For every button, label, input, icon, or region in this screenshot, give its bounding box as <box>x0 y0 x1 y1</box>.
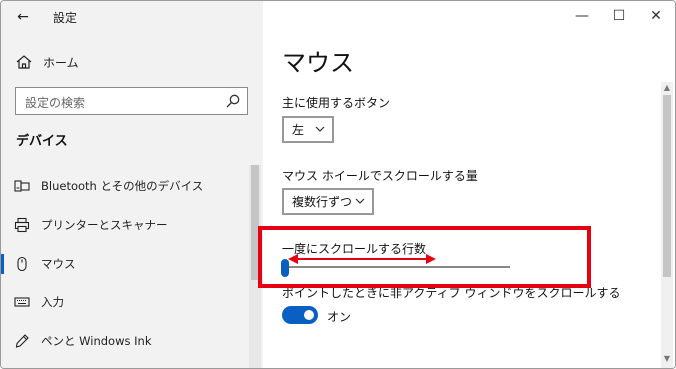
sidebar-item-pen[interactable]: ペンと Windows Ink <box>1 323 248 359</box>
mouse-icon <box>17 256 27 272</box>
minimize-button[interactable]: — <box>569 5 595 27</box>
chevron-down-icon <box>355 198 365 204</box>
sidebar-item-printers[interactable]: プリンターとスキャナー <box>1 207 248 243</box>
primary-button-label: 主に使用するボタン <box>282 96 391 110</box>
content-scrollbar-thumb[interactable] <box>663 95 671 277</box>
wheel-scroll-value: 複数行ずつ <box>292 195 353 209</box>
sidebar-item-typing[interactable]: 入力 <box>1 284 248 320</box>
app-title: 設定 <box>53 11 78 25</box>
sidebar-item-bluetooth[interactable]: Bluetooth とその他のデバイス <box>1 168 248 204</box>
content-scrollbar[interactable]: ▲ ▼ <box>661 82 673 368</box>
sidebar-item-label: ペンと Windows Ink <box>41 334 152 348</box>
sidebar-item-label: Bluetooth とその他のデバイス <box>41 179 204 193</box>
sidebar-item-label: プリンターとスキャナー <box>41 218 168 232</box>
home-label: ホーム <box>43 55 79 70</box>
primary-button-value: 左 <box>292 123 305 137</box>
chevron-down-icon <box>315 126 325 132</box>
sidebar-item-mouse[interactable]: マウス <box>1 246 248 282</box>
sidebar-item-label: 入力 <box>41 295 64 309</box>
pen-icon <box>15 334 29 348</box>
close-button[interactable]: ✕ <box>643 5 669 27</box>
toggle-knob <box>304 310 314 320</box>
sidebar: ← 設定 ホーム 設定の検索 デバイス Bluetooth とその他のデバイス … <box>1 1 263 368</box>
selected-indicator <box>1 254 4 274</box>
keyboard-icon <box>14 297 30 307</box>
search-box[interactable]: 設定の検索 <box>15 87 248 115</box>
primary-button-select[interactable]: 左 <box>282 116 334 143</box>
section-title: デバイス <box>16 134 68 149</box>
maximize-button[interactable]: ☐ <box>606 5 632 27</box>
settings-window: ← 設定 ホーム 設定の検索 デバイス Bluetooth とその他のデバイス … <box>0 0 676 369</box>
bluetooth-device-icon <box>14 180 30 192</box>
search-input[interactable]: 設定の検索 <box>25 94 85 111</box>
home-icon <box>16 55 32 69</box>
search-icon[interactable] <box>225 93 241 109</box>
back-arrow-icon: ← <box>17 9 29 25</box>
page-title: マウス <box>282 49 354 77</box>
main-content: — ☐ ✕ マウス 主に使用するボタン 左 マウス ホイールでスクロールする量 … <box>263 1 675 368</box>
scroll-up-arrow[interactable]: ▲ <box>661 83 673 93</box>
printer-icon <box>14 217 30 233</box>
home-link[interactable]: ホーム <box>15 51 79 73</box>
toggle-state-label: オン <box>327 310 352 324</box>
wheel-scroll-select[interactable]: 複数行ずつ <box>282 188 374 215</box>
wheel-scroll-label: マウス ホイールでスクロールする量 <box>282 169 478 183</box>
inactive-scroll-toggle[interactable] <box>282 306 318 324</box>
back-button[interactable]: ← <box>14 8 32 26</box>
scroll-down-arrow[interactable]: ▼ <box>661 354 673 364</box>
double-arrow-icon <box>288 254 436 264</box>
title-bar: ← 設定 <box>1 1 263 33</box>
sidebar-item-label: マウス <box>41 257 76 271</box>
